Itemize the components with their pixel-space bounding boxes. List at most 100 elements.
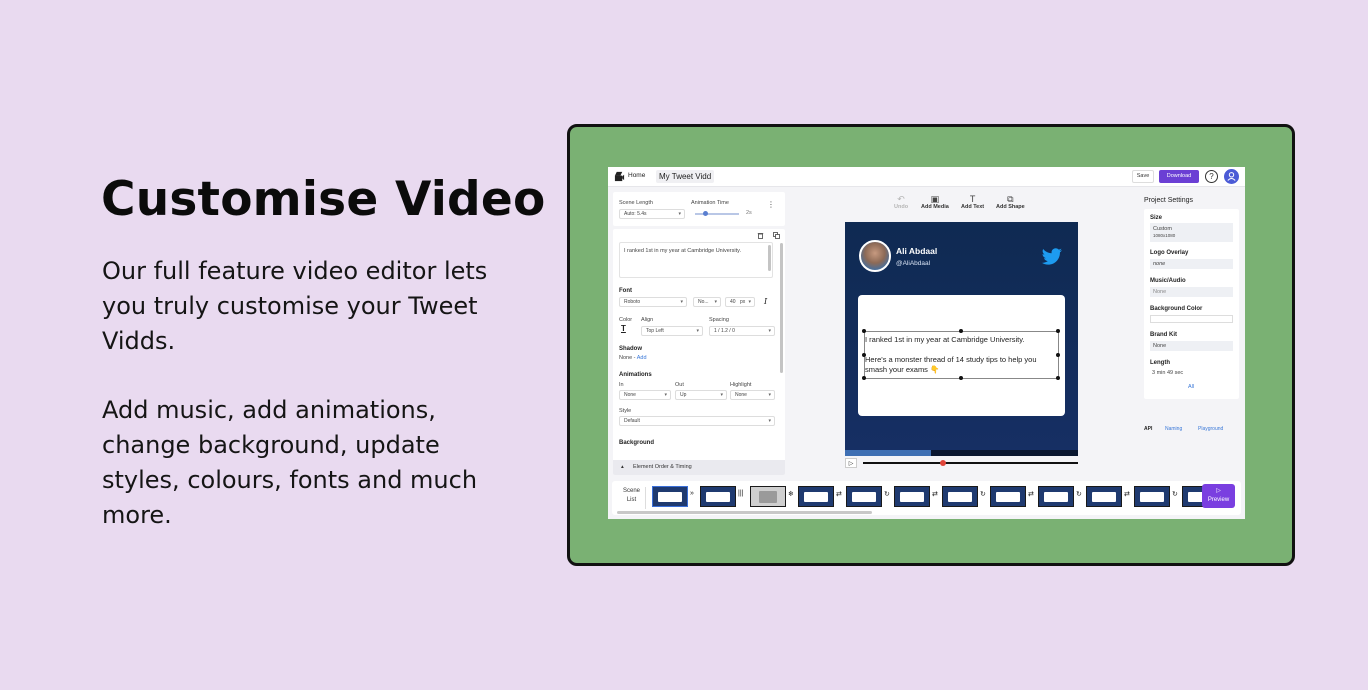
scene-length-select[interactable]: Auto: 5.4s [619,209,685,219]
scene-transition-icon[interactable]: » [690,490,694,497]
scene-thumbnail[interactable] [1086,486,1122,507]
all-link[interactable]: All [1188,384,1194,390]
element-settings-panel: Scene Length Auto: 5.4s Animation Time 2… [613,192,785,475]
video-canvas[interactable]: Ali Abdaal @AliAbdaal I ranked 1st in my… [845,222,1078,456]
tweet-text: I ranked 1st in my year at Cambridge Uni… [865,335,1037,374]
save-button[interactable]: Save [1132,170,1154,183]
scene-transition-icon[interactable]: ⇄ [836,490,842,498]
scene-thumbnail[interactable] [1038,486,1074,507]
scene-transition-icon[interactable]: ❄ [788,490,794,498]
spacing-select[interactable]: 1 / 1.2 / 0 [709,326,775,336]
naming-tab[interactable]: Naming [1165,426,1182,432]
scene-thumbnail[interactable] [1134,486,1170,507]
scene-thumbnail[interactable] [652,486,688,507]
animation-in-select[interactable]: None [619,390,671,400]
twitter-icon [1041,248,1062,265]
tweet-card: I ranked 1st in my year at Cambridge Uni… [858,295,1065,416]
size-value: Custom [1153,226,1172,232]
scene-list-toggle[interactable]: Scene List [618,487,646,509]
duplicate-icon[interactable] [773,232,780,239]
scene-transition-icon[interactable]: ⇄ [1124,490,1130,498]
scene-transition-icon[interactable]: ↻ [884,490,890,498]
scene-settings-card: Scene Length Auto: 5.4s Animation Time 2… [613,192,785,226]
preview-play-icon: ▷ [1216,488,1221,494]
scene-list-label-line2: List [626,497,637,503]
seek-bar[interactable] [863,460,1078,466]
scene-thumbnail[interactable] [846,486,882,507]
scene-transition-icon[interactable]: ↻ [1172,490,1178,498]
help-icon[interactable]: ? [1205,170,1218,183]
scene-transition-icon[interactable]: ⇄ [1028,490,1034,498]
project-settings-panel: Project Settings Size Custom 1080x1080 L… [1141,192,1243,432]
download-button[interactable]: Download [1159,170,1199,183]
project-name-input[interactable]: My Tweet Vidd [656,170,715,183]
add-shape-button[interactable]: ⧉ Add Shape [996,194,1025,210]
scene-thumbnail[interactable] [700,486,736,507]
shadow-add-link[interactable]: Add [637,355,647,361]
resize-handle[interactable] [862,376,866,380]
top-bar: Home My Tweet Vidd Save Download ? [608,167,1245,187]
resize-handle[interactable] [1056,329,1060,333]
resize-handle[interactable] [959,376,963,380]
animation-style-select[interactable]: Default [619,416,775,426]
preview-button[interactable]: ▷ Preview [1202,484,1235,508]
video-progress-track [845,450,1078,456]
animation-time-slider[interactable] [695,211,739,216]
scene-transition-icon[interactable]: ↻ [1076,490,1082,498]
font-weight-select[interactable]: No... [693,297,721,307]
resize-handle[interactable] [1056,353,1060,357]
animation-highlight-select[interactable]: None [730,390,775,400]
text-input-scrollbar[interactable] [768,245,771,271]
tweet-text-element[interactable]: I ranked 1st in my year at Cambridge Uni… [862,329,1060,380]
resize-handle[interactable] [862,329,866,333]
more-options-icon[interactable]: ⋮ [767,200,775,209]
trash-icon[interactable] [757,232,764,239]
add-media-button[interactable]: ▣ Add Media [921,194,949,210]
play-button[interactable]: ▷ [845,458,857,468]
add-text-button[interactable]: T Add Text [961,194,984,210]
scene-thumbnail[interactable] [894,486,930,507]
seek-thumb[interactable] [939,460,946,466]
element-order-toggle[interactable]: ▴ Element Order & Timing [613,460,785,475]
scene-bar-scrollbar[interactable] [617,511,872,514]
music-audio-select[interactable]: None [1150,287,1233,297]
logo-icon[interactable] [614,171,625,182]
font-family-select[interactable]: Roboto [619,297,687,307]
settings-scrollbar[interactable] [780,243,783,373]
scene-thumbnail[interactable] [798,486,834,507]
scene-transition-icon[interactable]: ↻ [980,490,986,498]
align-select[interactable]: Top Left [641,326,703,336]
scene-thumbnail[interactable] [942,486,978,507]
author-handle: @AliAbdaal [896,260,931,267]
resize-handle[interactable] [1056,376,1060,380]
scene-thumbnail[interactable] [990,486,1026,507]
add-text-label: Add Text [961,204,985,210]
italic-toggle[interactable]: I [764,297,767,306]
playground-tab[interactable]: Playground [1198,426,1223,432]
animation-out-select[interactable]: Up [675,390,727,400]
scene-transition-icon[interactable]: ||| [738,490,743,497]
background-color-swatch[interactable] [1150,315,1233,323]
animation-style-label: Style [619,408,632,414]
font-size-field[interactable]: 40 px [725,297,755,307]
resize-handle[interactable] [959,329,963,333]
brand-kit-select[interactable]: None [1150,341,1233,351]
preview-label: Preview [1207,497,1230,503]
logo-overlay-value: none [1153,261,1166,267]
animation-time-value: 2s [746,210,752,216]
api-tab[interactable]: API [1144,426,1152,432]
text-color-swatch[interactable]: T [621,324,626,333]
undo-label: Undo [894,204,909,210]
user-avatar-icon[interactable] [1224,169,1239,184]
resize-handle[interactable] [862,353,866,357]
scene-transition-icon[interactable]: ⇄ [932,490,938,498]
animation-time-thumb[interactable] [703,211,708,216]
tweet-text-input[interactable]: I ranked 1st in my year at Cambridge Uni… [619,242,773,278]
size-select[interactable]: Custom 1080x1080 [1150,223,1233,242]
home-link[interactable]: Home [628,172,645,179]
font-size-value: 40 [730,299,736,305]
logo-overlay-select[interactable]: none [1150,259,1233,269]
scene-thumbnail[interactable] [750,486,786,507]
animation-time-label: Animation Time [691,200,729,206]
undo-button[interactable]: ↶ Undo [894,194,908,210]
